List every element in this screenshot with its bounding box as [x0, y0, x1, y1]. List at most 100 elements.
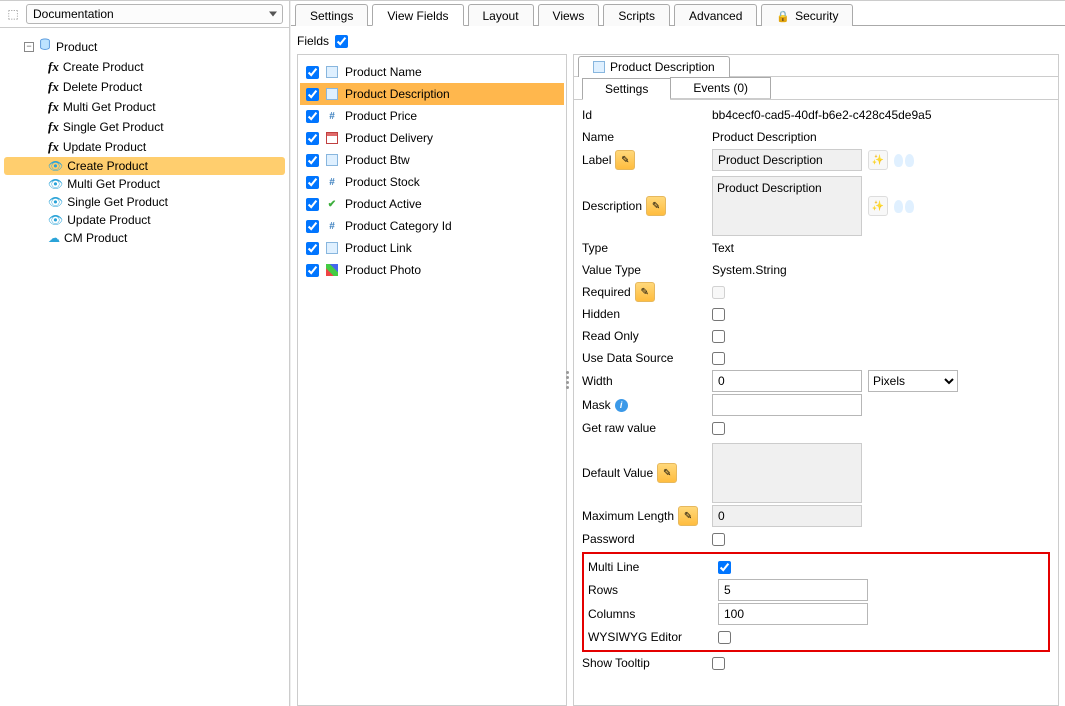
pin-icon[interactable]: ⬚	[6, 7, 20, 21]
field-list-item[interactable]: ✔Product Active	[300, 193, 564, 215]
wysiwyg-checkbox[interactable]	[718, 631, 731, 644]
edit-label-button[interactable]: ✎	[615, 150, 635, 170]
label-wand-button[interactable]: ✨	[868, 150, 888, 170]
field-list-item[interactable]: #Product Price	[300, 105, 564, 127]
edit-default-button[interactable]: ✎	[657, 463, 677, 483]
field-list-item[interactable]: Product Name	[300, 61, 564, 83]
tree-item[interactable]: fxCreate Product	[4, 57, 285, 77]
tree-item[interactable]: 👁Multi Get Product	[4, 175, 285, 193]
useds-checkbox[interactable]	[712, 352, 725, 365]
valuetype-value: System.String	[712, 263, 787, 277]
readonly-label: Read Only	[582, 329, 712, 343]
useds-label: Use Data Source	[582, 351, 712, 365]
rows-label: Rows	[588, 583, 718, 597]
fx-icon: fx	[48, 59, 59, 75]
fields-toggle-checkbox[interactable]	[335, 35, 348, 48]
field-list-item[interactable]: #Product Category Id	[300, 215, 564, 237]
field-visible-checkbox[interactable]	[306, 176, 319, 189]
detail-title-tab: Product Description	[574, 55, 1058, 77]
field-list-item[interactable]: #Product Stock	[300, 171, 564, 193]
field-visible-checkbox[interactable]	[306, 220, 319, 233]
rows-input[interactable]	[718, 579, 868, 601]
edit-description-button[interactable]: ✎	[646, 196, 666, 216]
width-unit-select[interactable]: Pixels	[868, 370, 958, 392]
id-label: Id	[582, 108, 712, 122]
multiline-checkbox[interactable]	[718, 561, 731, 574]
eye-icon: 👁	[48, 177, 63, 191]
field-type-icon	[325, 87, 339, 101]
fx-icon: fx	[48, 99, 59, 115]
field-label: Product Photo	[345, 263, 421, 277]
type-label: Type	[582, 241, 712, 255]
id-value: bb4cecf0-cad5-40df-b6e2-c428c45de9a5	[712, 108, 932, 122]
default-input[interactable]	[712, 443, 862, 503]
field-list-item[interactable]: Product Description	[300, 83, 564, 105]
navigator-filter-combo[interactable]: Documentation	[26, 4, 283, 24]
description-wand-button[interactable]: ✨	[868, 196, 888, 216]
field-visible-checkbox[interactable]	[306, 264, 319, 277]
tree-item[interactable]: fxSingle Get Product	[4, 117, 285, 137]
field-list-item[interactable]: Product Link	[300, 237, 564, 259]
fx-icon: fx	[48, 139, 59, 155]
field-list-item[interactable]: Product Btw	[300, 149, 564, 171]
field-visible-checkbox[interactable]	[306, 198, 319, 211]
maxlen-input[interactable]	[712, 505, 862, 527]
label-input[interactable]	[712, 149, 862, 171]
description-input[interactable]: Product Description	[712, 176, 862, 236]
tree-item-label: Update Product	[67, 213, 150, 227]
tree-item[interactable]: 👁Update Product	[4, 211, 285, 229]
field-list-item[interactable]: Product Photo	[300, 259, 564, 281]
field-visible-checkbox[interactable]	[306, 66, 319, 79]
field-visible-checkbox[interactable]	[306, 110, 319, 123]
cols-input[interactable]	[718, 603, 868, 625]
tab-events[interactable]: Events (0)	[670, 77, 771, 99]
required-checkbox[interactable]	[712, 286, 725, 299]
tree-item-label: Multi Get Product	[63, 100, 156, 114]
tree-item[interactable]: 👁Single Get Product	[4, 193, 285, 211]
field-type-icon	[325, 131, 339, 145]
field-visible-checkbox[interactable]	[306, 88, 319, 101]
splitter-handle[interactable]	[566, 371, 569, 389]
getraw-checkbox[interactable]	[712, 422, 725, 435]
tree-root[interactable]: − Product	[4, 36, 285, 57]
cols-label: Columns	[588, 607, 718, 621]
tree-item[interactable]: 👁Create Product	[4, 157, 285, 175]
edit-required-button[interactable]: ✎	[635, 282, 655, 302]
tab-settings[interactable]: Settings	[295, 4, 368, 26]
hidden-checkbox[interactable]	[712, 308, 725, 321]
tab-views[interactable]: Views	[538, 4, 600, 26]
detail-title[interactable]: Product Description	[578, 56, 730, 77]
tab-advanced[interactable]: Advanced	[674, 4, 757, 26]
field-visible-checkbox[interactable]	[306, 242, 319, 255]
tree-item-label: Single Get Product	[63, 120, 164, 134]
readonly-checkbox[interactable]	[712, 330, 725, 343]
wysiwyg-label: WYSIWYG Editor	[588, 630, 718, 644]
tree-item-label: Delete Product	[63, 80, 142, 94]
width-input[interactable]	[712, 370, 862, 392]
description-label: Description	[582, 199, 642, 213]
field-label: Product Description	[345, 87, 450, 101]
password-checkbox[interactable]	[712, 533, 725, 546]
field-type-icon	[325, 65, 339, 79]
info-icon[interactable]: i	[615, 399, 628, 412]
mask-input[interactable]	[712, 394, 862, 416]
tab-security[interactable]: 🔒Security	[761, 4, 853, 26]
field-visible-checkbox[interactable]	[306, 154, 319, 167]
field-label: Product Name	[345, 65, 422, 79]
password-label: Password	[582, 532, 712, 546]
tab-scripts[interactable]: Scripts	[603, 4, 670, 26]
field-list-item[interactable]: Product Delivery	[300, 127, 564, 149]
tree-item[interactable]: fxDelete Product	[4, 77, 285, 97]
tab-settings[interactable]: Settings	[582, 78, 671, 100]
tree-item[interactable]: fxUpdate Product	[4, 137, 285, 157]
tooltip-checkbox[interactable]	[712, 657, 725, 670]
navigator-filter-value: Documentation	[33, 7, 114, 21]
expand-icon[interactable]: −	[24, 42, 34, 52]
edit-maxlen-button[interactable]: ✎	[678, 506, 698, 526]
tab-view-fields[interactable]: View Fields	[372, 4, 463, 26]
field-visible-checkbox[interactable]	[306, 132, 319, 145]
tree-item[interactable]: fx Multi Get Product	[4, 97, 285, 117]
tree-item[interactable]: ☁CM Product	[4, 229, 285, 247]
field-detail-panel: Product Description Settings Events (0) …	[573, 54, 1059, 706]
tab-layout[interactable]: Layout	[468, 4, 534, 26]
